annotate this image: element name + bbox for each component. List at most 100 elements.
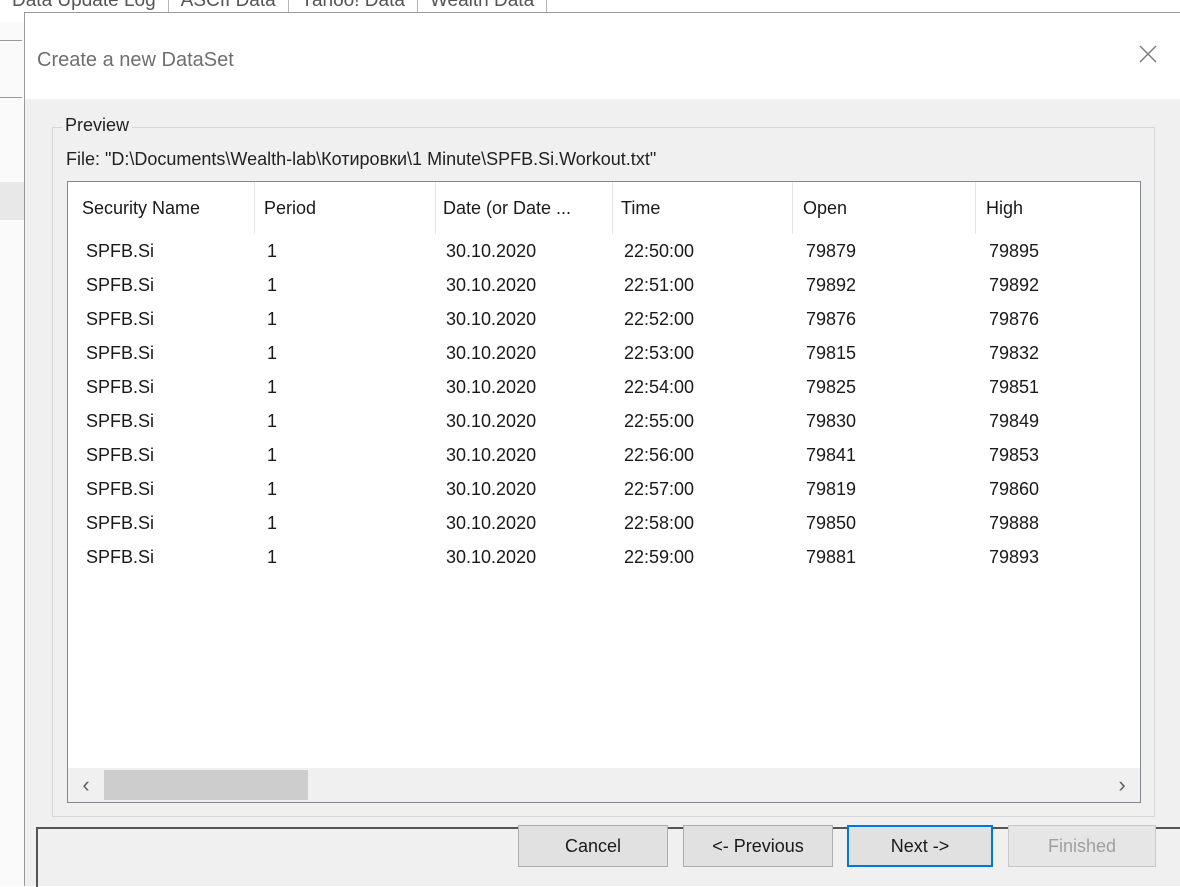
cell-open: 79819 xyxy=(806,479,857,499)
scroll-right-icon[interactable]: › xyxy=(1104,768,1140,802)
cell-open: 79841 xyxy=(806,445,857,465)
cell-period: 1 xyxy=(267,479,278,499)
column-header-date[interactable]: Date (or Date ... xyxy=(443,182,611,234)
cell-security-name: SPFB.Si xyxy=(86,377,155,397)
cell-high: 79876 xyxy=(989,309,1040,329)
cell-high: 79851 xyxy=(989,377,1040,397)
column-header-period[interactable]: Period xyxy=(264,182,434,234)
column-separator[interactable] xyxy=(435,182,436,234)
column-separator[interactable] xyxy=(975,182,976,234)
cell-high: 79893 xyxy=(989,547,1040,567)
cell-high: 79860 xyxy=(989,479,1040,499)
column-separator[interactable] xyxy=(254,182,255,234)
column-header-time[interactable]: Time xyxy=(621,182,791,234)
table-row[interactable]: SPFB.Si 1 30.10.2020 22:53:00 79815 7983… xyxy=(68,336,1140,370)
cell-open: 79879 xyxy=(806,241,857,261)
cell-open: 79830 xyxy=(806,411,857,431)
cell-security-name: SPFB.Si xyxy=(86,445,155,465)
cell-open: 79881 xyxy=(806,547,857,567)
table-row[interactable]: SPFB.Si 1 30.10.2020 22:50:00 79879 7989… xyxy=(68,234,1140,268)
cell-period: 1 xyxy=(267,241,278,261)
cell-date: 30.10.2020 xyxy=(446,241,537,261)
cell-time: 22:57:00 xyxy=(624,479,695,499)
cell-security-name: SPFB.Si xyxy=(86,309,155,329)
cell-security-name: SPFB.Si xyxy=(86,343,155,363)
cell-security-name: SPFB.Si xyxy=(86,411,155,431)
table-row[interactable]: SPFB.Si 1 30.10.2020 22:56:00 79841 7985… xyxy=(68,438,1140,472)
cell-date: 30.10.2020 xyxy=(446,309,537,329)
cell-open: 79850 xyxy=(806,513,857,533)
cell-period: 1 xyxy=(267,547,278,567)
table-row[interactable]: SPFB.Si 1 30.10.2020 22:55:00 79830 7984… xyxy=(68,404,1140,438)
cell-period: 1 xyxy=(267,343,278,363)
cell-period: 1 xyxy=(267,309,278,329)
table-row[interactable]: SPFB.Si 1 30.10.2020 22:59:00 79881 7989… xyxy=(68,540,1140,574)
cell-time: 22:55:00 xyxy=(624,411,695,431)
cell-open: 79892 xyxy=(806,275,857,295)
cell-date: 30.10.2020 xyxy=(446,479,537,499)
table-row[interactable]: SPFB.Si 1 30.10.2020 22:58:00 79850 7988… xyxy=(68,506,1140,540)
cell-date: 30.10.2020 xyxy=(446,275,537,295)
column-separator[interactable] xyxy=(612,182,613,234)
close-icon[interactable] xyxy=(1133,39,1163,69)
cell-security-name: SPFB.Si xyxy=(86,275,155,295)
cell-date: 30.10.2020 xyxy=(446,445,537,465)
cell-date: 30.10.2020 xyxy=(446,343,537,363)
cell-high: 79853 xyxy=(989,445,1040,465)
cell-security-name: SPFB.Si xyxy=(86,241,155,261)
cell-high: 79832 xyxy=(989,343,1040,363)
cell-date: 30.10.2020 xyxy=(446,377,537,397)
finished-button: Finished xyxy=(1008,825,1156,867)
table-row[interactable]: SPFB.Si 1 30.10.2020 22:54:00 79825 7985… xyxy=(68,370,1140,404)
cell-time: 22:56:00 xyxy=(624,445,695,465)
cell-date: 30.10.2020 xyxy=(446,411,537,431)
scroll-left-icon[interactable]: ‹ xyxy=(68,768,104,802)
cell-security-name: SPFB.Si xyxy=(86,479,155,499)
background-selected-item xyxy=(0,182,24,220)
list-header: Security Name Period Date (or Date ... T… xyxy=(68,182,1140,234)
cell-high: 79888 xyxy=(989,513,1040,533)
table-row[interactable]: SPFB.Si 1 30.10.2020 22:51:00 79892 7989… xyxy=(68,268,1140,302)
cell-period: 1 xyxy=(267,445,278,465)
cell-high: 79895 xyxy=(989,241,1040,261)
column-header-open[interactable]: Open xyxy=(803,182,973,234)
horizontal-scrollbar[interactable]: ‹ › xyxy=(68,768,1140,802)
cell-time: 22:50:00 xyxy=(624,241,695,261)
cell-high: 79892 xyxy=(989,275,1040,295)
cell-security-name: SPFB.Si xyxy=(86,513,155,533)
column-separator[interactable] xyxy=(792,182,793,234)
cell-time: 22:59:00 xyxy=(624,547,695,567)
cell-date: 30.10.2020 xyxy=(446,513,537,533)
cell-time: 22:52:00 xyxy=(624,309,695,329)
dialog-title: Create a new DataSet xyxy=(37,49,234,71)
cell-time: 22:58:00 xyxy=(624,513,695,533)
next-button[interactable]: Next -> xyxy=(847,825,993,867)
background-divider xyxy=(0,97,22,98)
cell-time: 22:53:00 xyxy=(624,343,695,363)
table-row[interactable]: SPFB.Si 1 30.10.2020 22:52:00 79876 7987… xyxy=(68,302,1140,336)
cell-open: 79825 xyxy=(806,377,857,397)
cancel-button[interactable]: Cancel xyxy=(518,825,668,867)
previous-button[interactable]: <- Previous xyxy=(683,825,833,867)
file-path-label: File: "D:\Documents\Wealth-lab\Котировки… xyxy=(66,149,657,169)
preview-list-view[interactable]: Security Name Period Date (or Date ... T… xyxy=(67,181,1141,803)
cell-time: 22:51:00 xyxy=(624,275,695,295)
column-header-high[interactable]: High xyxy=(986,182,1136,234)
cell-period: 1 xyxy=(267,377,278,397)
cell-period: 1 xyxy=(267,411,278,431)
list-rows: SPFB.Si 1 30.10.2020 22:50:00 79879 7989… xyxy=(68,234,1140,574)
column-header-security-name[interactable]: Security Name xyxy=(82,182,252,234)
background-left-panel xyxy=(0,22,26,886)
cell-period: 1 xyxy=(267,513,278,533)
create-dataset-dialog: Create a new DataSet Preview File: "D:\D… xyxy=(24,12,1180,887)
cell-period: 1 xyxy=(267,275,278,295)
cell-security-name: SPFB.Si xyxy=(86,547,155,567)
cell-open: 79876 xyxy=(806,309,857,329)
cell-high: 79849 xyxy=(989,411,1040,431)
cell-time: 22:54:00 xyxy=(624,377,695,397)
table-row[interactable]: SPFB.Si 1 30.10.2020 22:57:00 79819 7986… xyxy=(68,472,1140,506)
cell-date: 30.10.2020 xyxy=(446,547,537,567)
scrollbar-thumb[interactable] xyxy=(104,770,308,800)
dialog-titlebar: Create a new DataSet xyxy=(25,13,1180,99)
background-divider xyxy=(0,40,22,41)
